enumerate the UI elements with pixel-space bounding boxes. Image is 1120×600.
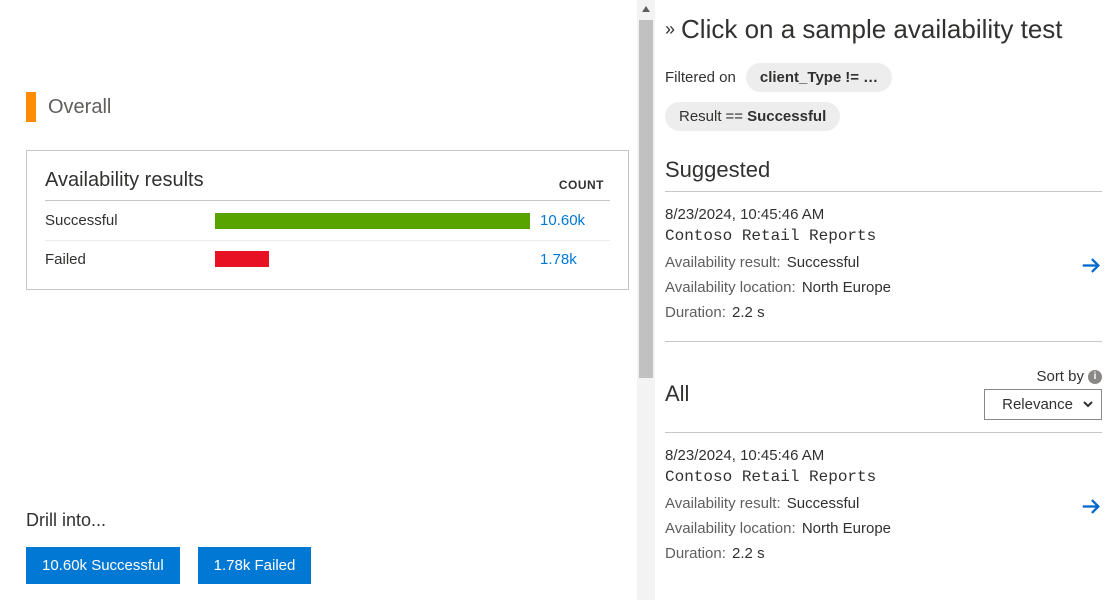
count-link-successful[interactable]: 10.60k (530, 212, 610, 229)
scrollbar[interactable] (637, 0, 655, 600)
filter-field: Result (679, 108, 722, 125)
suggested-heading: Suggested (665, 157, 1102, 192)
count-column-header: COUNT (559, 178, 610, 192)
section-accent (26, 92, 36, 122)
filter-value: Successful (747, 108, 826, 125)
duration-value: 2.2 s (732, 304, 765, 321)
info-icon[interactable]: i (1088, 370, 1102, 384)
scroll-up-icon[interactable] (637, 0, 655, 18)
filter-field: client_Type (760, 69, 841, 86)
filter-pill-client-type[interactable]: client_Type != … (746, 63, 892, 92)
duration-label: Duration: (665, 304, 726, 321)
result-row-successful[interactable]: Successful 10.60k (45, 201, 610, 241)
result-label: Failed (45, 251, 215, 268)
bar-failed (215, 251, 269, 267)
sample-timestamp: 8/23/2024, 10:45:46 AM (665, 447, 1102, 464)
result-label: Availability result: (665, 495, 781, 512)
count-link-failed[interactable]: 1.78k (530, 251, 610, 268)
result-label: Successful (45, 212, 215, 229)
result-label: Availability result: (665, 254, 781, 271)
filters-row: Filtered on client_Type != … (665, 63, 1102, 92)
filtered-on-label: Filtered on (665, 69, 736, 86)
location-value: North Europe (802, 279, 891, 296)
all-heading: All (665, 381, 689, 407)
sort-by-label: Sort by (1036, 368, 1084, 385)
overall-section-header: Overall (26, 92, 629, 122)
bar-cell (215, 213, 530, 229)
right-pane: » Click on a sample availability test Fi… (655, 0, 1120, 600)
filter-operator: == (726, 108, 744, 125)
arrow-right-icon[interactable] (1080, 254, 1102, 279)
card-title: Availability results (45, 169, 204, 192)
result-value: Successful (787, 254, 860, 271)
availability-results-card: Availability results COUNT Successful 10… (26, 150, 629, 290)
scroll-thumb[interactable] (639, 20, 653, 378)
bar-cell (215, 251, 530, 267)
suggested-sample[interactable]: 8/23/2024, 10:45:46 AM Contoso Retail Re… (665, 192, 1102, 342)
section-title: Overall (48, 96, 111, 119)
result-value: Successful (787, 495, 860, 512)
drill-failed-button[interactable]: 1.78k Failed (198, 547, 312, 584)
sample-timestamp: 8/23/2024, 10:45:46 AM (665, 206, 1102, 223)
all-sample[interactable]: 8/23/2024, 10:45:46 AM Contoso Retail Re… (665, 433, 1102, 582)
filter-value: … (863, 69, 878, 86)
arrow-right-icon[interactable] (1080, 495, 1102, 520)
duration-label: Duration: (665, 545, 726, 562)
filter-operator: != (845, 69, 859, 86)
location-value: North Europe (802, 520, 891, 537)
filter-pill-result[interactable]: Result == Successful (665, 102, 840, 131)
sort-by-select[interactable]: Relevance (984, 389, 1102, 420)
left-pane: Overall Availability results COUNT Succe… (0, 0, 655, 600)
location-label: Availability location: (665, 279, 796, 296)
drill-title: Drill into... (26, 510, 325, 531)
pane-title: Click on a sample availability test (681, 14, 1063, 45)
sample-test-name: Contoso Retail Reports (665, 468, 1102, 486)
drill-successful-button[interactable]: 10.60k Successful (26, 547, 180, 584)
sort-by-control: Sort by i Relevance (984, 368, 1102, 420)
drill-into-section: Drill into... 10.60k Successful 1.78k Fa… (26, 510, 325, 584)
duration-value: 2.2 s (732, 545, 765, 562)
result-row-failed[interactable]: Failed 1.78k (45, 241, 610, 281)
location-label: Availability location: (665, 520, 796, 537)
sample-test-name: Contoso Retail Reports (665, 227, 1102, 245)
bar-successful (215, 213, 530, 229)
expand-pane-icon[interactable]: » (665, 19, 675, 40)
